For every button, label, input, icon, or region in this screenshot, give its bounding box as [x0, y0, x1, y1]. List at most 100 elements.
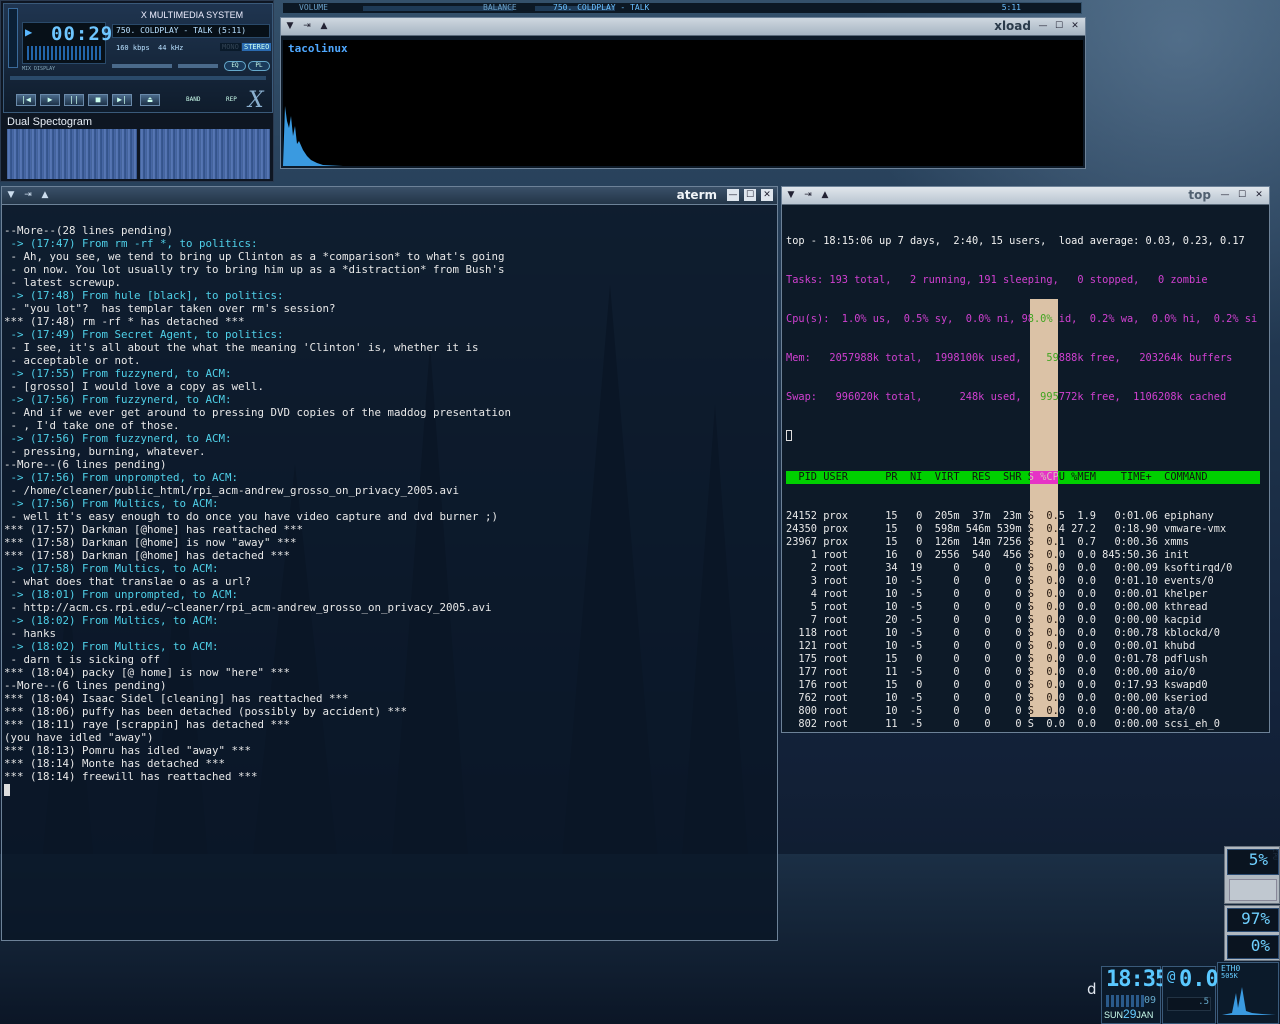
network-dockapp: ETH0 505K	[1217, 962, 1279, 1024]
terminal-line: - /home/cleaner/public_html/rpi_acm-andr…	[4, 484, 460, 497]
xmms-logo: X	[248, 88, 264, 113]
minimize-icon[interactable]: —	[727, 189, 739, 201]
process-row: 2 root 34 19 0 0 0 S 0.0 0.0 0:00.09 kso…	[786, 562, 1233, 574]
balance-label: BALANCE	[483, 3, 517, 12]
terminal-line: -> (17:55) From fuzzynerd, to ACM:	[4, 367, 232, 380]
xmms-side-strip	[8, 8, 18, 68]
close-icon[interactable]: ✕	[761, 189, 773, 201]
play-button[interactable]: ▶	[40, 94, 60, 106]
clock-dockapp: 18:35 09 SUN29JAN	[1101, 966, 1168, 1024]
top-process-list: 24152 prox 15 0 205m 37m 23m S 0.5 1.9 0…	[786, 510, 1267, 730]
eq-toggle[interactable]: EQ	[224, 61, 246, 71]
aterm-titlebar[interactable]: ▼ ⇥ ▲ aterm — ☐ ✕	[2, 187, 777, 205]
terminal-line: -> (17:47) From rm -rf *, to politics:	[4, 237, 258, 250]
terminal-line: - [grosso] I would love a copy as well.	[4, 380, 265, 393]
terminal-line: *** (17:58) Darkman [@home] has detached…	[4, 549, 291, 562]
terminal-line: - Ah, you see, we tend to bring up Clint…	[4, 250, 505, 263]
net-graph	[1222, 987, 1276, 1015]
next-button[interactable]: ▶|	[112, 94, 132, 106]
process-row: 118 root 10 -5 0 0 0 S 0.0 0.0 0:00.78 k…	[786, 627, 1220, 639]
window-menu-icon[interactable]: ▼	[785, 189, 797, 201]
terminal-line: *** (18:11) raye [scrappin] has detached…	[4, 718, 291, 731]
terminal-line: *** (17:48) rm -rf * has detached ***	[4, 315, 245, 328]
raise-icon[interactable]: ▲	[318, 20, 330, 32]
cpu-monitor: 5% CPU	[1224, 846, 1280, 904]
shade-icon[interactable]: ⇥	[802, 189, 814, 201]
process-row: 175 root 15 0 0 0 0 S 0.0 0.0 0:01.78 pd…	[786, 653, 1208, 665]
xmms-player: X MULTIMEDIA SYSTEM ▶ 00:29 750. COLDPLA…	[0, 0, 274, 182]
shade-icon[interactable]: ⇥	[22, 189, 34, 201]
process-row: 24152 prox 15 0 205m 37m 23m S 0.5 1.9 0…	[786, 510, 1214, 522]
repeat-button[interactable]: REP	[226, 96, 237, 103]
window-menu-icon[interactable]: ▼	[5, 189, 17, 201]
process-row: 802 root 11 -5 0 0 0 S 0.0 0.0 0:00.00 s…	[786, 718, 1220, 730]
maximize-icon[interactable]: ☐	[1236, 189, 1248, 201]
cpu-dockapp: @ 0.0 .5	[1162, 966, 1219, 1024]
shade-icon[interactable]: ⇥	[301, 20, 313, 32]
stop-button[interactable]: ■	[88, 94, 108, 106]
playlist-toggle[interactable]: PL	[248, 61, 270, 71]
aterm-terminal[interactable]: --More--(28 lines pending) -> (17:47) Fr…	[4, 224, 775, 938]
top-mem-line: Mem: 2057988k total, 1998100k used, 5988…	[786, 352, 1233, 364]
play-indicator-icon: ▶	[25, 25, 33, 39]
raise-icon[interactable]: ▲	[39, 189, 51, 201]
raise-icon[interactable]: ▲	[819, 189, 831, 201]
terminal-line: -> (17:56) From fuzzynerd, to ACM:	[4, 393, 232, 406]
cpu-dock-value: 0.0	[1179, 967, 1219, 992]
terminal-line: - "you lot"? has templar taken over rm's…	[4, 302, 336, 315]
process-row: 4 root 10 -5 0 0 0 S 0.0 0.0 0:00.01 khe…	[786, 588, 1208, 600]
window-menu-icon[interactable]: ▼	[284, 20, 296, 32]
balance-slider[interactable]	[178, 64, 218, 68]
terminal-line: - pressing, burning, whatever.	[4, 445, 206, 458]
xload-titlebar[interactable]: ▼ ⇥ ▲ xload — ☐ ✕	[281, 18, 1085, 36]
terminal-line: *** (17:57) Darkman [@home] has reattach…	[4, 523, 304, 536]
prev-button[interactable]: |◀	[16, 94, 36, 106]
terminal-line: *** (18:04) packy [@ home] is now "here"…	[4, 666, 291, 679]
top-titlebar[interactable]: ▼ ⇥ ▲ top — ☐ ✕	[782, 187, 1269, 205]
terminal-line: -> (17:49) From Secret Agent, to politic…	[4, 328, 284, 341]
close-icon[interactable]: ✕	[1069, 20, 1081, 32]
seek-bar[interactable]	[10, 76, 266, 80]
terminal-line: -> (17:56) From unprompted, to ACM:	[4, 471, 239, 484]
volume-slider[interactable]	[112, 64, 172, 68]
clock-day: SUN	[1104, 1010, 1124, 1020]
load-histogram	[283, 106, 343, 166]
window-title: aterm	[676, 188, 717, 202]
terminal-line: *** (18:14) Monte has detached ***	[4, 757, 226, 770]
swap-usage: 0%	[1227, 935, 1279, 959]
close-icon[interactable]: ✕	[1253, 189, 1265, 201]
stereo-indicator: STEREO	[242, 43, 272, 51]
eject-button[interactable]: ⏏	[140, 94, 160, 106]
terminal-line: - well it's easy enough to do once you h…	[4, 510, 499, 523]
terminal-line: -> (18:02) From Multics, to ACM:	[4, 614, 219, 627]
minimize-icon[interactable]: —	[1037, 20, 1049, 32]
top-swap-line: Swap: 996020k total, 248k used, 995772k …	[786, 391, 1227, 403]
top-cpu-line: Cpu(s): 1.0% us, 0.5% sy, 0.0% ni, 98.0%…	[786, 313, 1258, 325]
terminal-line: - http://acm.cs.rpi.edu/~cleaner/rpi_acm…	[4, 601, 492, 614]
pause-button[interactable]: ||	[64, 94, 84, 106]
terminal-line: - darn t is sicking off	[4, 653, 161, 666]
top-terminal[interactable]: top - 18:15:06 up 7 days, 2:40, 15 users…	[786, 209, 1267, 730]
maximize-icon[interactable]: ☐	[1053, 20, 1065, 32]
terminal-line: -> (18:01) From unprompted, to ACM:	[4, 588, 239, 601]
terminal-line: *** (18:04) Isaac Sidel [cleaning] has r…	[4, 692, 349, 705]
terminal-line: - latest screwup.	[4, 276, 122, 289]
maximize-icon[interactable]: ☐	[744, 189, 756, 201]
xmms-track-display: 750. COLDPLAY - TALK (5:11)	[112, 24, 270, 38]
shuffle-button[interactable]: BAND	[186, 96, 200, 103]
clock-time: 18:35	[1106, 967, 1168, 992]
clock-bars	[1106, 995, 1146, 1007]
terminal-line: - , I'd take one of those.	[4, 419, 180, 432]
process-row: 762 root 10 -5 0 0 0 S 0.0 0.0 0:00.00 k…	[786, 692, 1208, 704]
aterm-window: ▼ ⇥ ▲ aterm — ☐ ✕ --More--(28 lines pend…	[1, 186, 778, 941]
volume-label: VOLUME	[299, 3, 328, 12]
minimize-icon[interactable]: —	[1219, 189, 1231, 201]
at-icon: @	[1167, 969, 1176, 985]
terminal-line: (you have idled "away")	[4, 731, 154, 744]
process-row: 176 root 15 0 0 0 0 S 0.0 0.0 0:17.93 ks…	[786, 679, 1208, 691]
terminal-line: - acceptable or not.	[4, 354, 141, 367]
terminal-line: --More--(6 lines pending)	[4, 458, 167, 471]
xmms-main-window: X MULTIMEDIA SYSTEM ▶ 00:29 750. COLDPLA…	[3, 3, 273, 113]
process-row: 177 root 11 -5 0 0 0 S 0.0 0.0 0:00.00 a…	[786, 666, 1196, 678]
process-row: 24350 prox 15 0 598m 546m 539m S 0.4 27.…	[786, 523, 1227, 535]
